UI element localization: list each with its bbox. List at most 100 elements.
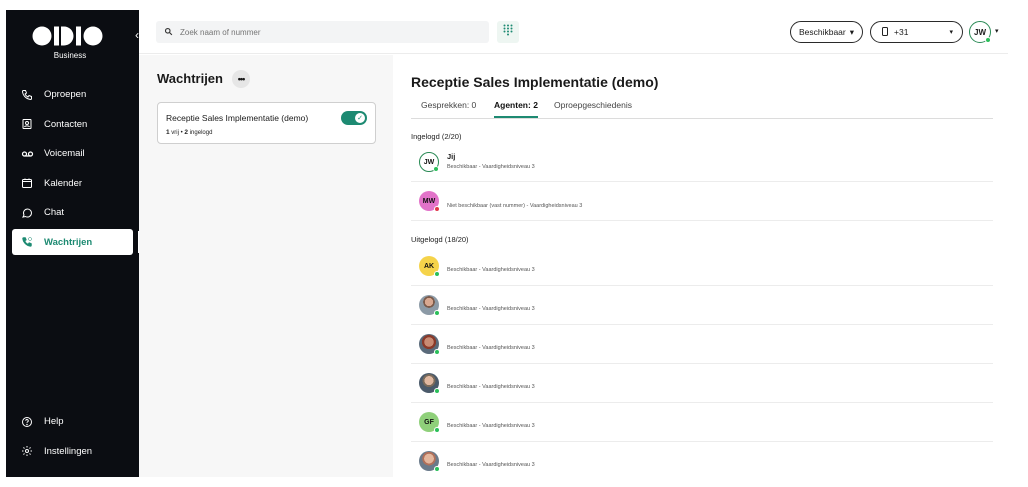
avatar bbox=[419, 295, 440, 316]
avatar: JW bbox=[419, 152, 439, 172]
sidebar-nav: Oproepen Contacten Voicemail Kalender Ch… bbox=[6, 78, 141, 259]
sidebar-item-label: Wachtrijen bbox=[44, 236, 93, 248]
logo-subtitle: Business bbox=[53, 51, 87, 60]
sidebar-item-instellingen[interactable]: Instellingen bbox=[12, 438, 133, 464]
avatar bbox=[419, 373, 440, 394]
calendar-icon bbox=[20, 176, 34, 190]
sidebar-item-contacten[interactable]: Contacten bbox=[12, 111, 133, 137]
online-status-dot bbox=[434, 466, 440, 472]
search-input[interactable] bbox=[180, 27, 470, 37]
agent-status: Beschikbaar - Vaardigheidsniveau 3 bbox=[447, 267, 535, 273]
agent-row[interactable]: Beschikbaar - Vaardigheidsniveau 3 bbox=[411, 442, 993, 481]
user-initials: JW bbox=[974, 27, 986, 37]
availability-dropdown[interactable]: Beschikbaar ▾ bbox=[790, 21, 863, 43]
avatar-initials: JW bbox=[423, 158, 435, 166]
chevron-down-icon[interactable]: ▾ bbox=[995, 27, 999, 35]
voicemail-icon bbox=[20, 147, 34, 161]
search-icon bbox=[164, 23, 173, 41]
logged-in-section-label: Ingelogd (2/20) bbox=[411, 132, 462, 141]
online-status-dot bbox=[433, 166, 439, 172]
sidebar-item-label: Help bbox=[44, 416, 64, 427]
agent-row[interactable]: MW Niet beschikbaar (vast nummer) - Vaar… bbox=[411, 182, 993, 221]
agent-row[interactable]: JW Jij Beschikbaar - Vaardigheidsniveau … bbox=[411, 143, 993, 182]
sidebar-item-label: Oproepen bbox=[44, 89, 87, 100]
user-avatar[interactable]: JW bbox=[969, 21, 991, 43]
online-status-dot bbox=[985, 37, 991, 43]
sidebar-item-wachtrijen[interactable]: Wachtrijen bbox=[12, 229, 141, 255]
online-status-dot bbox=[434, 388, 440, 394]
help-icon bbox=[20, 415, 34, 429]
queue-detail-title: Receptie Sales Implementatie (demo) bbox=[411, 74, 659, 90]
queue-free-label: vrij bbox=[171, 130, 179, 136]
queue-login-toggle[interactable]: ✓ bbox=[341, 111, 367, 125]
online-status-dot bbox=[434, 349, 440, 355]
odido-logo: Business bbox=[30, 24, 110, 60]
online-status-dot bbox=[434, 271, 440, 277]
sidebar-item-chat[interactable]: Chat bbox=[12, 200, 133, 226]
dialpad-icon bbox=[503, 23, 513, 41]
avatar-initials: GF bbox=[424, 418, 434, 426]
chevron-down-icon: ▾ bbox=[949, 29, 953, 36]
availability-label: Beschikbaar bbox=[798, 27, 846, 37]
avatar bbox=[419, 451, 440, 472]
queue-name: Receptie Sales Implementatie (demo) bbox=[166, 113, 309, 123]
agent-status: Beschikbaar - Vaardigheidsniveau 3 bbox=[447, 384, 535, 390]
contact-card-icon bbox=[20, 117, 34, 131]
queue-card[interactable]: Receptie Sales Implementatie (demo) 1 vr… bbox=[157, 102, 376, 144]
agent-row[interactable]: AK Beschikbaar - Vaardigheidsniveau 3 bbox=[411, 247, 993, 286]
queue-free-count: 1 bbox=[166, 129, 170, 136]
queue-stats: 1 vrij • 2 ingelogd bbox=[166, 129, 212, 136]
sidebar-item-help[interactable]: Help bbox=[12, 409, 133, 435]
agent-row[interactable]: Beschikbaar - Vaardigheidsniveau 3 bbox=[411, 364, 993, 403]
tab-agenten[interactable]: Agenten: 2 bbox=[494, 100, 538, 118]
avatar: AK bbox=[419, 256, 440, 277]
search-box[interactable] bbox=[156, 21, 489, 43]
mobile-phone-icon bbox=[882, 26, 888, 38]
top-bar: Beschikbaar ▾ +31 ▾ JW ▾ bbox=[139, 10, 1008, 54]
agent-row[interactable]: Beschikbaar - Vaardigheidsniveau 3 bbox=[411, 286, 993, 325]
sidebar-item-voicemail[interactable]: Voicemail bbox=[12, 141, 133, 167]
busy-status-dot bbox=[434, 206, 440, 212]
agent-name: Jij bbox=[447, 152, 456, 161]
outgoing-number-dropdown[interactable]: +31 ▾ bbox=[870, 21, 963, 43]
agent-status: Beschikbaar - Vaardigheidsniveau 3 bbox=[447, 306, 535, 312]
sidebar-item-label: Contacten bbox=[44, 118, 88, 130]
page-title: Wachtrijen bbox=[157, 71, 223, 86]
sidebar-item-oproepen[interactable]: Oproepen bbox=[12, 82, 133, 108]
agent-status: Niet beschikbaar (vast nummer) - Vaardig… bbox=[447, 203, 583, 209]
queue-loggedin-count: 2 bbox=[184, 129, 189, 136]
agent-status: Beschikbaar - Vaardigheidsniveau 3 bbox=[447, 423, 535, 429]
sidebar: Business ‹ Oproepen Contacten Voicemail bbox=[6, 10, 141, 477]
avatar: GF bbox=[419, 412, 440, 433]
avatar-initials: MW bbox=[422, 197, 436, 205]
queue-phone-icon bbox=[20, 235, 34, 249]
sidebar-item-label: Voicemail bbox=[44, 148, 85, 159]
queues-panel: Wachtrijen ••• Receptie Sales Implementa… bbox=[139, 55, 393, 477]
outgoing-number-label: +31 bbox=[894, 27, 909, 37]
dialpad-button[interactable] bbox=[497, 21, 519, 43]
gear-icon bbox=[20, 444, 34, 458]
sidebar-item-label: Kalender bbox=[44, 177, 83, 189]
avatar-initials: AK bbox=[423, 262, 435, 270]
online-status-dot bbox=[434, 310, 440, 316]
sidebar-bottom-nav: Help Instellingen bbox=[6, 405, 139, 468]
online-status-dot bbox=[434, 427, 440, 433]
avatar: MW bbox=[419, 191, 440, 212]
agent-row[interactable]: GF Beschikbaar - Vaardigheidsniveau 3 bbox=[411, 403, 993, 442]
check-icon: ✓ bbox=[355, 113, 365, 123]
tab-gesprekken[interactable]: Gesprekken: 0 bbox=[421, 100, 476, 116]
logged-out-section-label: Uitgelogd (18/20) bbox=[411, 235, 469, 244]
ellipsis-icon: ••• bbox=[237, 74, 246, 84]
sidebar-item-label: Instellingen bbox=[44, 445, 93, 457]
agent-row[interactable]: Beschikbaar - Vaardigheidsniveau 3 bbox=[411, 325, 993, 364]
avatar bbox=[419, 334, 440, 355]
tab-oproepgeschiedenis[interactable]: Oproepgeschiedenis bbox=[554, 100, 632, 116]
chat-bubble-icon bbox=[20, 206, 34, 220]
sidebar-item-kalender[interactable]: Kalender bbox=[12, 170, 133, 196]
agent-status: Beschikbaar - Vaardigheidsniveau 3 bbox=[447, 164, 535, 170]
chevron-down-icon: ▾ bbox=[849, 26, 855, 37]
queue-loggedin-label: ingelogd bbox=[189, 130, 213, 136]
agent-status: Beschikbaar - Vaardigheidsniveau 3 bbox=[447, 345, 535, 351]
more-options-button[interactable]: ••• bbox=[232, 70, 250, 88]
sidebar-item-label: Chat bbox=[44, 207, 65, 218]
